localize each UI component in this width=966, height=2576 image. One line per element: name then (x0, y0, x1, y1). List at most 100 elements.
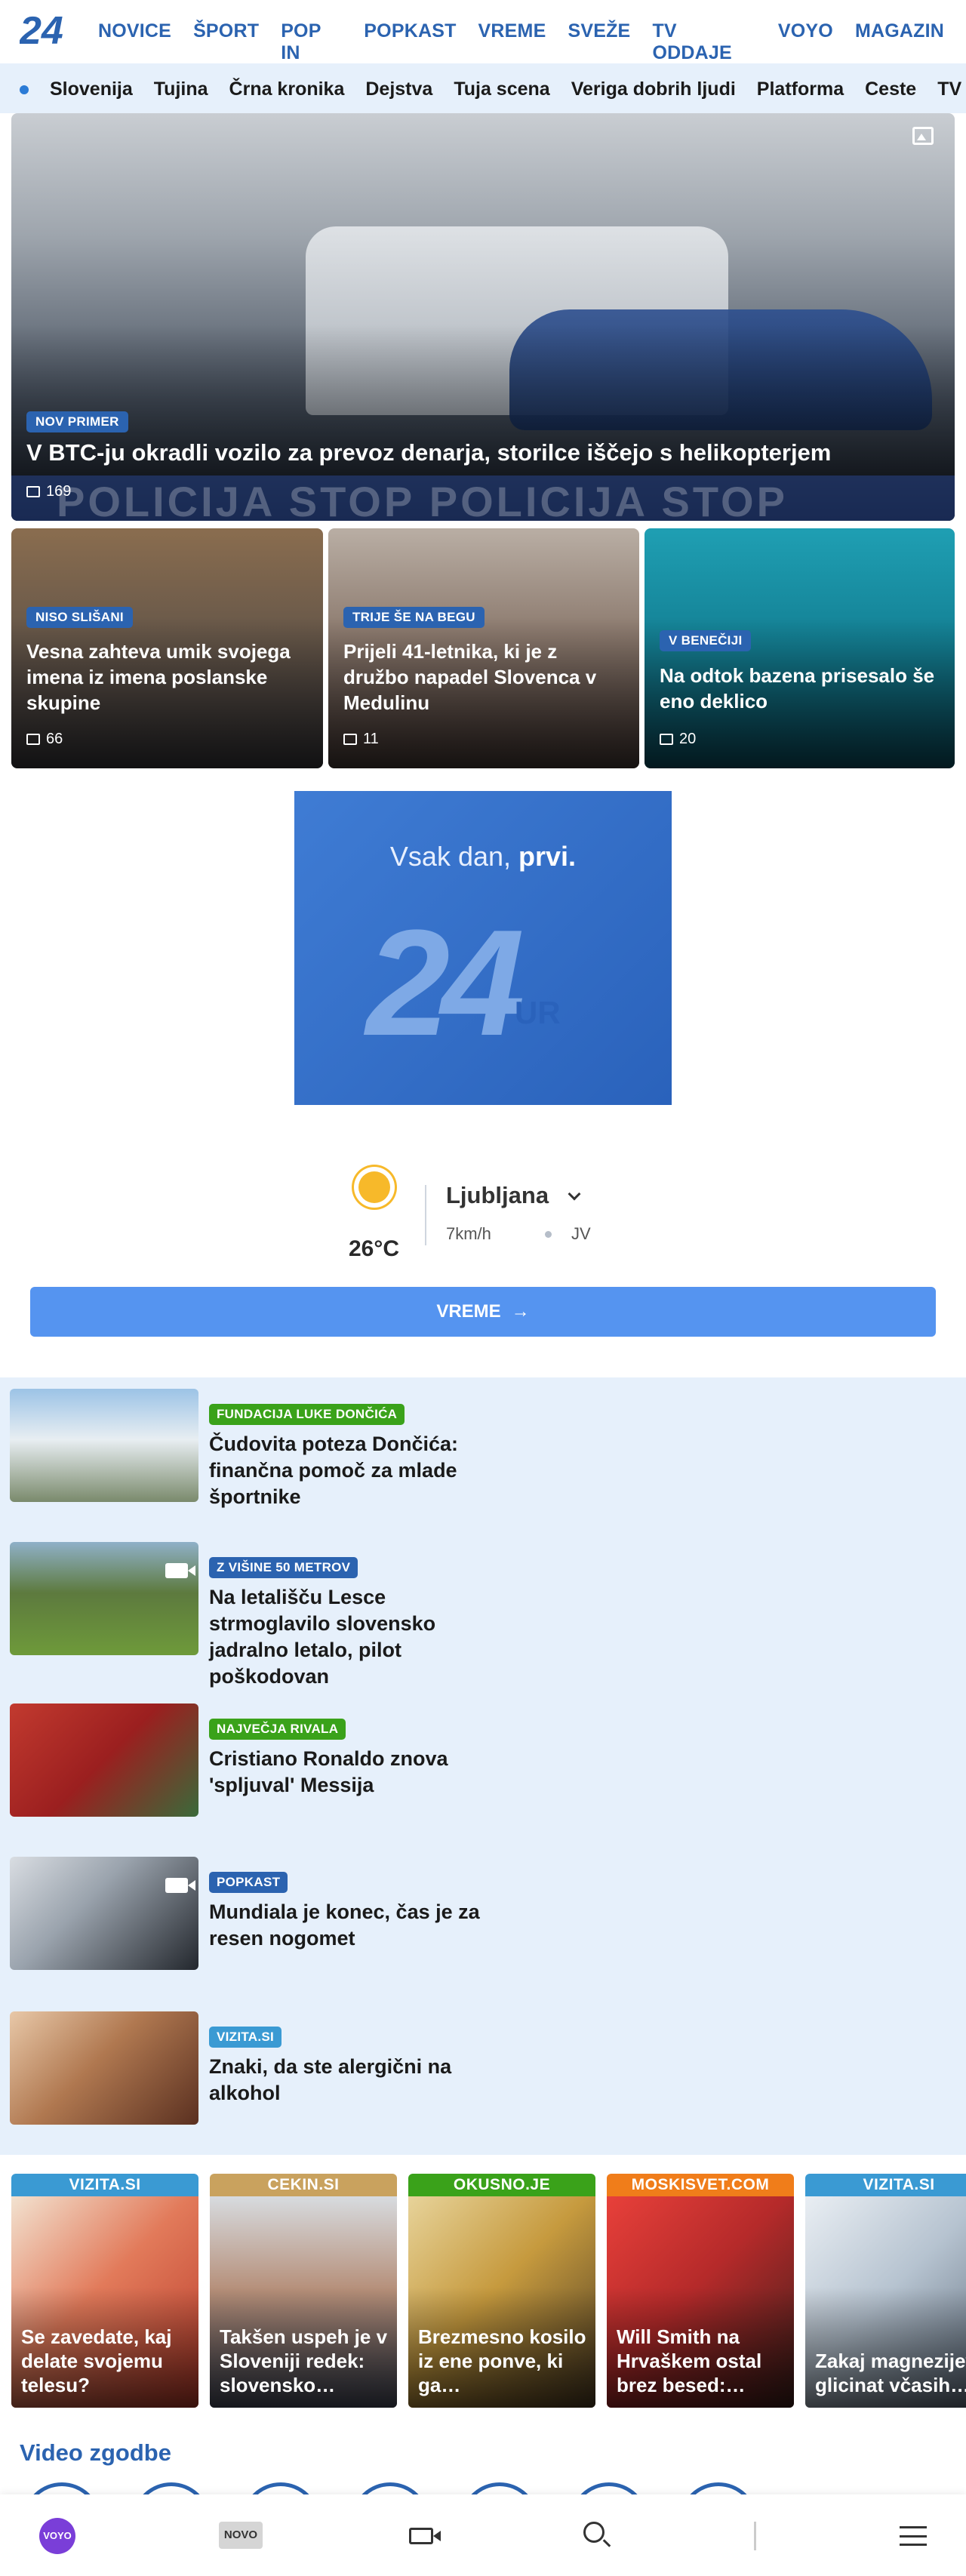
video-camera-icon (165, 1878, 195, 1893)
24ur-logo[interactable]: 24 (20, 11, 68, 53)
comment-icon (26, 486, 40, 497)
sub-navigation: Slovenija Tujina Črna kronika Dejstva Tu… (0, 63, 966, 113)
list-item[interactable]: Z VIŠINE 50 METROV Na letališču Lesce st… (10, 1542, 463, 1688)
partner-card[interactable]: VIZITA.SI Se zavedate, kaj delate svojem… (11, 2174, 198, 2408)
story-avatar[interactable] (679, 2482, 758, 2494)
chevron-down-icon[interactable] (568, 1187, 581, 1201)
subnav-item-slovenija[interactable]: Slovenija (50, 78, 133, 100)
list-badge: POPKAST (209, 1872, 288, 1893)
subnav-item-crna-kronika[interactable]: Črna kronika (229, 78, 345, 100)
card-comments[interactable]: 66 (26, 731, 63, 748)
partner-label: OKUSNO.JE (408, 2174, 595, 2196)
svg-text:24: 24 (20, 11, 63, 53)
partner-card[interactable]: CEKIN.SI Takšen uspeh je v Sloveniji red… (210, 2174, 397, 2408)
list-thumbnail[interactable] (10, 1542, 198, 1655)
card-comments[interactable]: 20 (660, 731, 696, 748)
separator-dot (545, 1231, 552, 1238)
comment-icon (660, 734, 673, 745)
list-item[interactable]: NAJVEČJA RIVALA Cristiano Ronaldo znova … (10, 1703, 463, 1832)
partner-title[interactable]: Will Smith na Hrvaškem ostal brez besed:… (617, 2325, 786, 2397)
card-title[interactable]: Na odtok bazena prisesalo še eno deklico (660, 663, 939, 714)
list-item[interactable]: VIZITA.SI Znaki, da ste alergični na alk… (10, 2011, 463, 2140)
nav-item-pop-in[interactable]: POP IN (281, 20, 342, 64)
nav-item-tv-oddaje[interactable]: TV ODDAJE (652, 20, 755, 64)
subnav-item-ceste[interactable]: Ceste (865, 78, 916, 100)
novo-button[interactable]: NOVO (219, 2522, 263, 2549)
card-badge: TRIJE ŠE NA BEGU (343, 607, 485, 628)
ad-logo-suffix: UR (515, 995, 561, 1030)
ad-slogan: Vsak dan, prvi. (389, 841, 577, 872)
partner-title[interactable]: Takšen uspeh je v Sloveniji redek: slove… (220, 2325, 389, 2397)
subnav-item-dejstva[interactable]: Dejstva (365, 78, 432, 100)
subnav-item-tujina[interactable]: Tujina (154, 78, 208, 100)
article-card[interactable]: TRIJE ŠE NA BEGU Prijeli 41-letnika, ki … (328, 528, 639, 768)
list-thumbnail[interactable] (10, 1703, 198, 1817)
hero-title[interactable]: V BTC-ju okradli vozilo za prevoz denarj… (26, 439, 932, 466)
partner-title[interactable]: Zakaj magnezijev glicinat včasih… (815, 2349, 966, 2397)
article-card[interactable]: NISO SLIŠANI Vesna zahteva umik svojega … (11, 528, 323, 768)
story-avatar[interactable] (570, 2482, 648, 2494)
advertisement-banner[interactable]: Vsak dan, prvi. 24 UR (294, 791, 672, 1105)
list-thumbnail[interactable] (10, 1389, 198, 1502)
video-stories-heading[interactable]: Video zgodbe (20, 2439, 171, 2467)
card-badge: V BENEČIJI (660, 630, 752, 651)
comment-count: 66 (46, 731, 63, 747)
partner-card[interactable]: VIZITA.SI Zakaj magnezijev glicinat včas… (805, 2174, 966, 2408)
comment-icon (343, 734, 357, 745)
list-title[interactable]: Znaki, da ste alergični na alkohol (209, 2054, 481, 2107)
weather-divider (425, 1185, 426, 1245)
partner-label: VIZITA.SI (805, 2174, 966, 2196)
list-thumbnail[interactable] (10, 2011, 198, 2125)
story-avatar[interactable] (460, 2482, 539, 2494)
weather-widget: 26°C Ljubljana 7km/h JV (0, 1155, 966, 1268)
list-title[interactable]: Mundiala je konec, čas je za resen nogom… (209, 1899, 481, 1952)
article-card[interactable]: V BENEČIJI Na odtok bazena prisesalo še … (645, 528, 955, 768)
story-avatar[interactable] (132, 2482, 211, 2494)
nav-item-novice[interactable]: NOVICE (98, 20, 171, 64)
nav-item-voyo[interactable]: VOYO (778, 20, 833, 64)
list-badge: Z VIŠINE 50 METROV (209, 1557, 358, 1578)
subnav-item-platforma[interactable]: Platforma (757, 78, 844, 100)
story-avatar[interactable] (23, 2482, 101, 2494)
partner-title[interactable]: Brezmesno kosilo iz ene ponve, ki ga… (418, 2325, 588, 2397)
hero-police-tape: POLICIJA STOP POLICIJA STOP (11, 475, 955, 521)
list-title[interactable]: Čudovita poteza Dončića: finančna pomoč … (209, 1431, 481, 1510)
subnav-item-tv-spored[interactable]: TV spored (937, 78, 966, 100)
list-title[interactable]: Na letališču Lesce strmoglavilo slovensk… (209, 1584, 481, 1690)
video-camera-icon[interactable] (409, 2528, 441, 2544)
subnav-item-veriga[interactable]: Veriga dobrih ljudi (571, 78, 736, 100)
comment-count: 20 (679, 731, 697, 747)
nav-item-vreme[interactable]: VREME (478, 20, 546, 64)
list-title[interactable]: Cristiano Ronaldo znova 'spljuval' Messi… (209, 1746, 481, 1799)
card-title[interactable]: Vesna zahteva umik svojega imena iz imen… (26, 639, 306, 716)
nav-item-sveze[interactable]: SVEŽE (568, 20, 630, 64)
hero-article[interactable]: POLICIJA STOP POLICIJA STOP NOV PRIMER V… (11, 113, 955, 521)
weather-city[interactable]: Ljubljana (446, 1182, 549, 1209)
list-badge: FUNDACIJA LUKE DONČIĆA (209, 1404, 405, 1425)
voyo-icon[interactable]: VOYO (39, 2518, 75, 2554)
hero-comments[interactable]: 169 (26, 483, 71, 500)
list-item[interactable]: FUNDACIJA LUKE DONČIĆA Čudovita poteza D… (10, 1389, 463, 1517)
video-camera-icon (165, 1563, 195, 1578)
story-avatar[interactable] (242, 2482, 320, 2494)
card-title[interactable]: Prijeli 41-letnika, ki je z družbo napad… (343, 639, 623, 716)
card-comments[interactable]: 11 (343, 731, 379, 748)
partner-title[interactable]: Se zavedate, kaj delate svojemu telesu? (21, 2325, 191, 2397)
ad-logo-number: 24 (366, 899, 525, 1067)
list-thumbnail[interactable] (10, 1857, 198, 1970)
partner-card[interactable]: OKUSNO.JE Brezmesno kosilo iz ene ponve,… (408, 2174, 595, 2408)
top-navigation: 24 NOVICE ŠPORT POP IN POPKAST VREME SVE… (0, 0, 966, 63)
vreme-button-label: VREME (436, 1301, 501, 1322)
vreme-button[interactable]: VREME → (30, 1287, 936, 1337)
subnav-item-tuja-scena[interactable]: Tuja scena (454, 78, 549, 100)
nav-item-sport[interactable]: ŠPORT (193, 20, 259, 64)
story-avatar[interactable] (351, 2482, 429, 2494)
list-item[interactable]: POPKAST Mundiala je konec, čas je za res… (10, 1857, 480, 1985)
hamburger-menu-icon[interactable] (900, 2526, 927, 2546)
search-icon[interactable] (583, 2522, 605, 2543)
tab-separator (754, 2522, 756, 2550)
nav-item-popkast[interactable]: POPKAST (364, 20, 456, 64)
partner-card[interactable]: MOSKISVET.COM Will Smith na Hrvaškem ost… (607, 2174, 794, 2408)
nav-item-magazin[interactable]: MAGAZIN (855, 20, 944, 64)
weather-wind-direction: JV (571, 1224, 591, 1243)
